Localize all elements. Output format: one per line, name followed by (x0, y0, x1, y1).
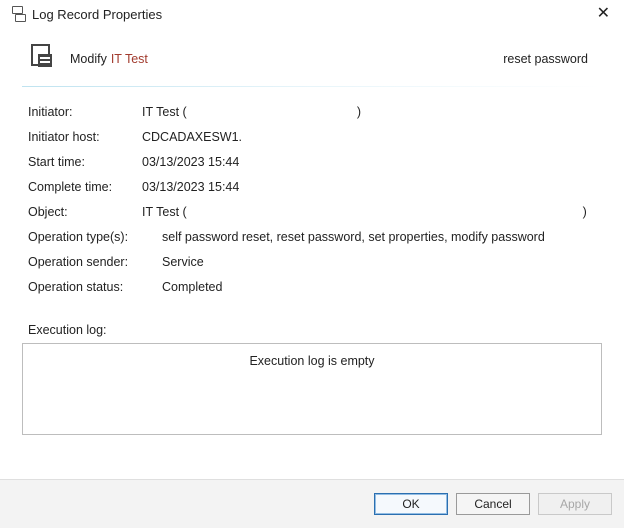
field-operation-status: Operation status: Completed (28, 280, 596, 294)
start-time-label: Start time: (28, 155, 136, 169)
field-initiator: Initiator: IT Test ( ) (28, 105, 596, 119)
ok-button[interactable]: OK (374, 493, 448, 515)
cancel-button[interactable]: Cancel (456, 493, 530, 515)
window-icon (10, 7, 26, 21)
initiator-value: IT Test ( ) (142, 105, 596, 119)
operation-sender-value: Service (162, 255, 596, 269)
initiator-label: Initiator: (28, 105, 136, 119)
field-operation-sender: Operation sender: Service (28, 255, 596, 269)
field-operation-types: Operation type(s): self password reset, … (28, 230, 596, 244)
operation-types-value: self password reset, reset password, set… (162, 230, 596, 244)
document-stack-icon (28, 46, 56, 72)
operation-status-label: Operation status: (28, 280, 156, 294)
complete-time-value: 03/13/2023 15:44 (142, 180, 596, 194)
window-title: Log Record Properties (32, 7, 593, 22)
object-value: IT Test ( ) (142, 205, 596, 219)
operation-sender-label: Operation sender: (28, 255, 156, 269)
apply-button[interactable]: Apply (538, 493, 612, 515)
field-start-time: Start time: 03/13/2023 15:44 (28, 155, 596, 169)
complete-time-label: Complete time: (28, 180, 136, 194)
execution-log-empty-text: Execution log is empty (249, 354, 374, 368)
execution-log-label: Execution log: (0, 305, 624, 343)
title-bar: Log Record Properties ✕ (0, 0, 624, 26)
operation-types-label: Operation type(s): (28, 230, 156, 244)
field-object: Object: IT Test ( ) (28, 205, 596, 219)
header-right-action: reset password (503, 52, 588, 66)
object-label: Object: (28, 205, 136, 219)
field-complete-time: Complete time: 03/13/2023 15:44 (28, 180, 596, 194)
initiator-host-label: Initiator host: (28, 130, 136, 144)
fields-area: Initiator: IT Test ( ) Initiator host: C… (0, 105, 624, 294)
start-time-value: 03/13/2023 15:44 (142, 155, 596, 169)
operation-status-value: Completed (162, 280, 596, 294)
initiator-host-value: CDCADAXESW1. (142, 130, 596, 144)
header-action-word: Modify (70, 52, 107, 66)
field-initiator-host: Initiator host: CDCADAXESW1. (28, 130, 596, 144)
close-icon[interactable]: ✕ (593, 6, 614, 22)
record-header: Modify IT Test reset password (0, 26, 624, 86)
header-target: IT Test (111, 52, 148, 66)
header-divider (22, 86, 602, 87)
execution-log-box[interactable]: Execution log is empty (22, 343, 602, 435)
button-bar: OK Cancel Apply (0, 479, 624, 528)
